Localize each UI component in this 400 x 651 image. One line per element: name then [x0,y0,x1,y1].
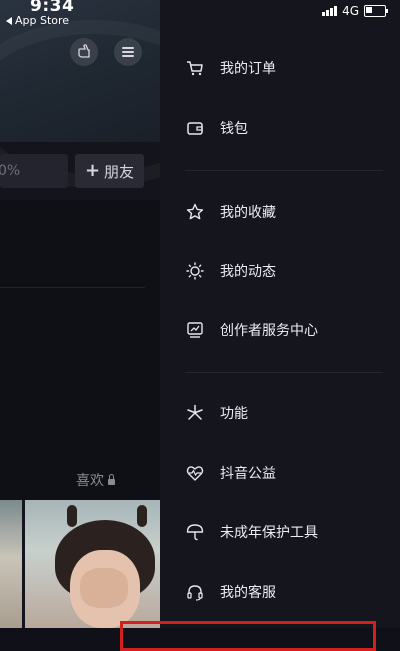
thumbnail-image-detail [80,568,128,608]
headset-icon [185,582,205,602]
hand-pointer-icon [78,44,90,58]
menu-item-label: 创作者服务中心 [220,323,318,339]
menu-item-label: 功能 [220,406,248,422]
battery-icon [364,5,388,17]
cart-icon [185,58,205,78]
likes-tab[interactable]: 喜欢 [76,470,115,490]
video-thumbnail[interactable] [25,500,160,628]
profile-divider [0,287,145,288]
add-friend-label: 朋友 [104,162,135,181]
back-to-app-link[interactable]: App Store [6,14,69,27]
menu-item-label: 我的订单 [220,61,276,77]
profile-completion-box[interactable]: 0% [0,154,68,188]
completion-percent: 0% [0,163,21,179]
side-drawer-menu: 4G 我的订单 钱包 我的收藏 我的动态 创作者服务中心 功能 抖音公益 未成年… [160,0,400,628]
back-arrow-icon [6,16,12,25]
hamburger-icon [122,47,134,57]
menu-item-favorites[interactable]: 我的收藏 [160,189,400,235]
profile-content-area [0,200,160,500]
menu-item-label: 我的收藏 [220,205,276,221]
menu-item-activity[interactable]: 我的动态 [160,248,400,294]
gesture-button[interactable] [70,38,98,66]
back-app-label: App Store [15,14,70,27]
likes-label: 喜欢 [76,473,104,489]
signal-icon [322,6,338,16]
profile-page-background: 9:34 App Store 0% + 朋友 喜欢 [0,0,160,628]
menu-item-creator-center[interactable]: 创作者服务中心 [160,307,400,353]
lock-icon [108,473,115,485]
menu-item-label: 我的客服 [220,585,276,601]
menu-item-features[interactable]: 功能 [160,390,400,436]
menu-divider [185,170,383,171]
menu-item-label: 我的动态 [220,264,276,280]
menu-item-charity[interactable]: 抖音公益 [160,450,400,496]
asterisk-icon [185,403,205,423]
menu-item-orders[interactable]: 我的订单 [160,45,400,91]
thumbnail-image-detail [67,505,77,527]
menu-item-customer-service[interactable]: 我的客服 [160,569,400,615]
network-type: 4G [342,4,359,18]
menu-button[interactable] [114,38,142,66]
sun-icon [185,261,205,281]
menu-item-minor-protection[interactable]: 未成年保护工具 [160,509,400,555]
video-thumbnail[interactable] [0,500,22,628]
thumbnail-image-detail [137,505,147,527]
menu-item-label: 未成年保护工具 [220,525,318,541]
highlight-annotation-box [120,621,376,651]
menu-item-label: 钱包 [220,121,248,137]
heart-pulse-icon [185,463,205,483]
chart-monitor-icon [185,320,205,340]
menu-item-label: 抖音公益 [220,466,276,482]
umbrella-icon [185,522,205,542]
status-indicators: 4G [322,4,388,18]
menu-divider [185,372,383,373]
menu-item-wallet[interactable]: 钱包 [160,105,400,151]
star-icon [185,202,205,222]
wallet-icon [185,118,205,138]
plus-icon: + [84,160,101,181]
add-friend-button[interactable]: + 朋友 [75,154,144,188]
